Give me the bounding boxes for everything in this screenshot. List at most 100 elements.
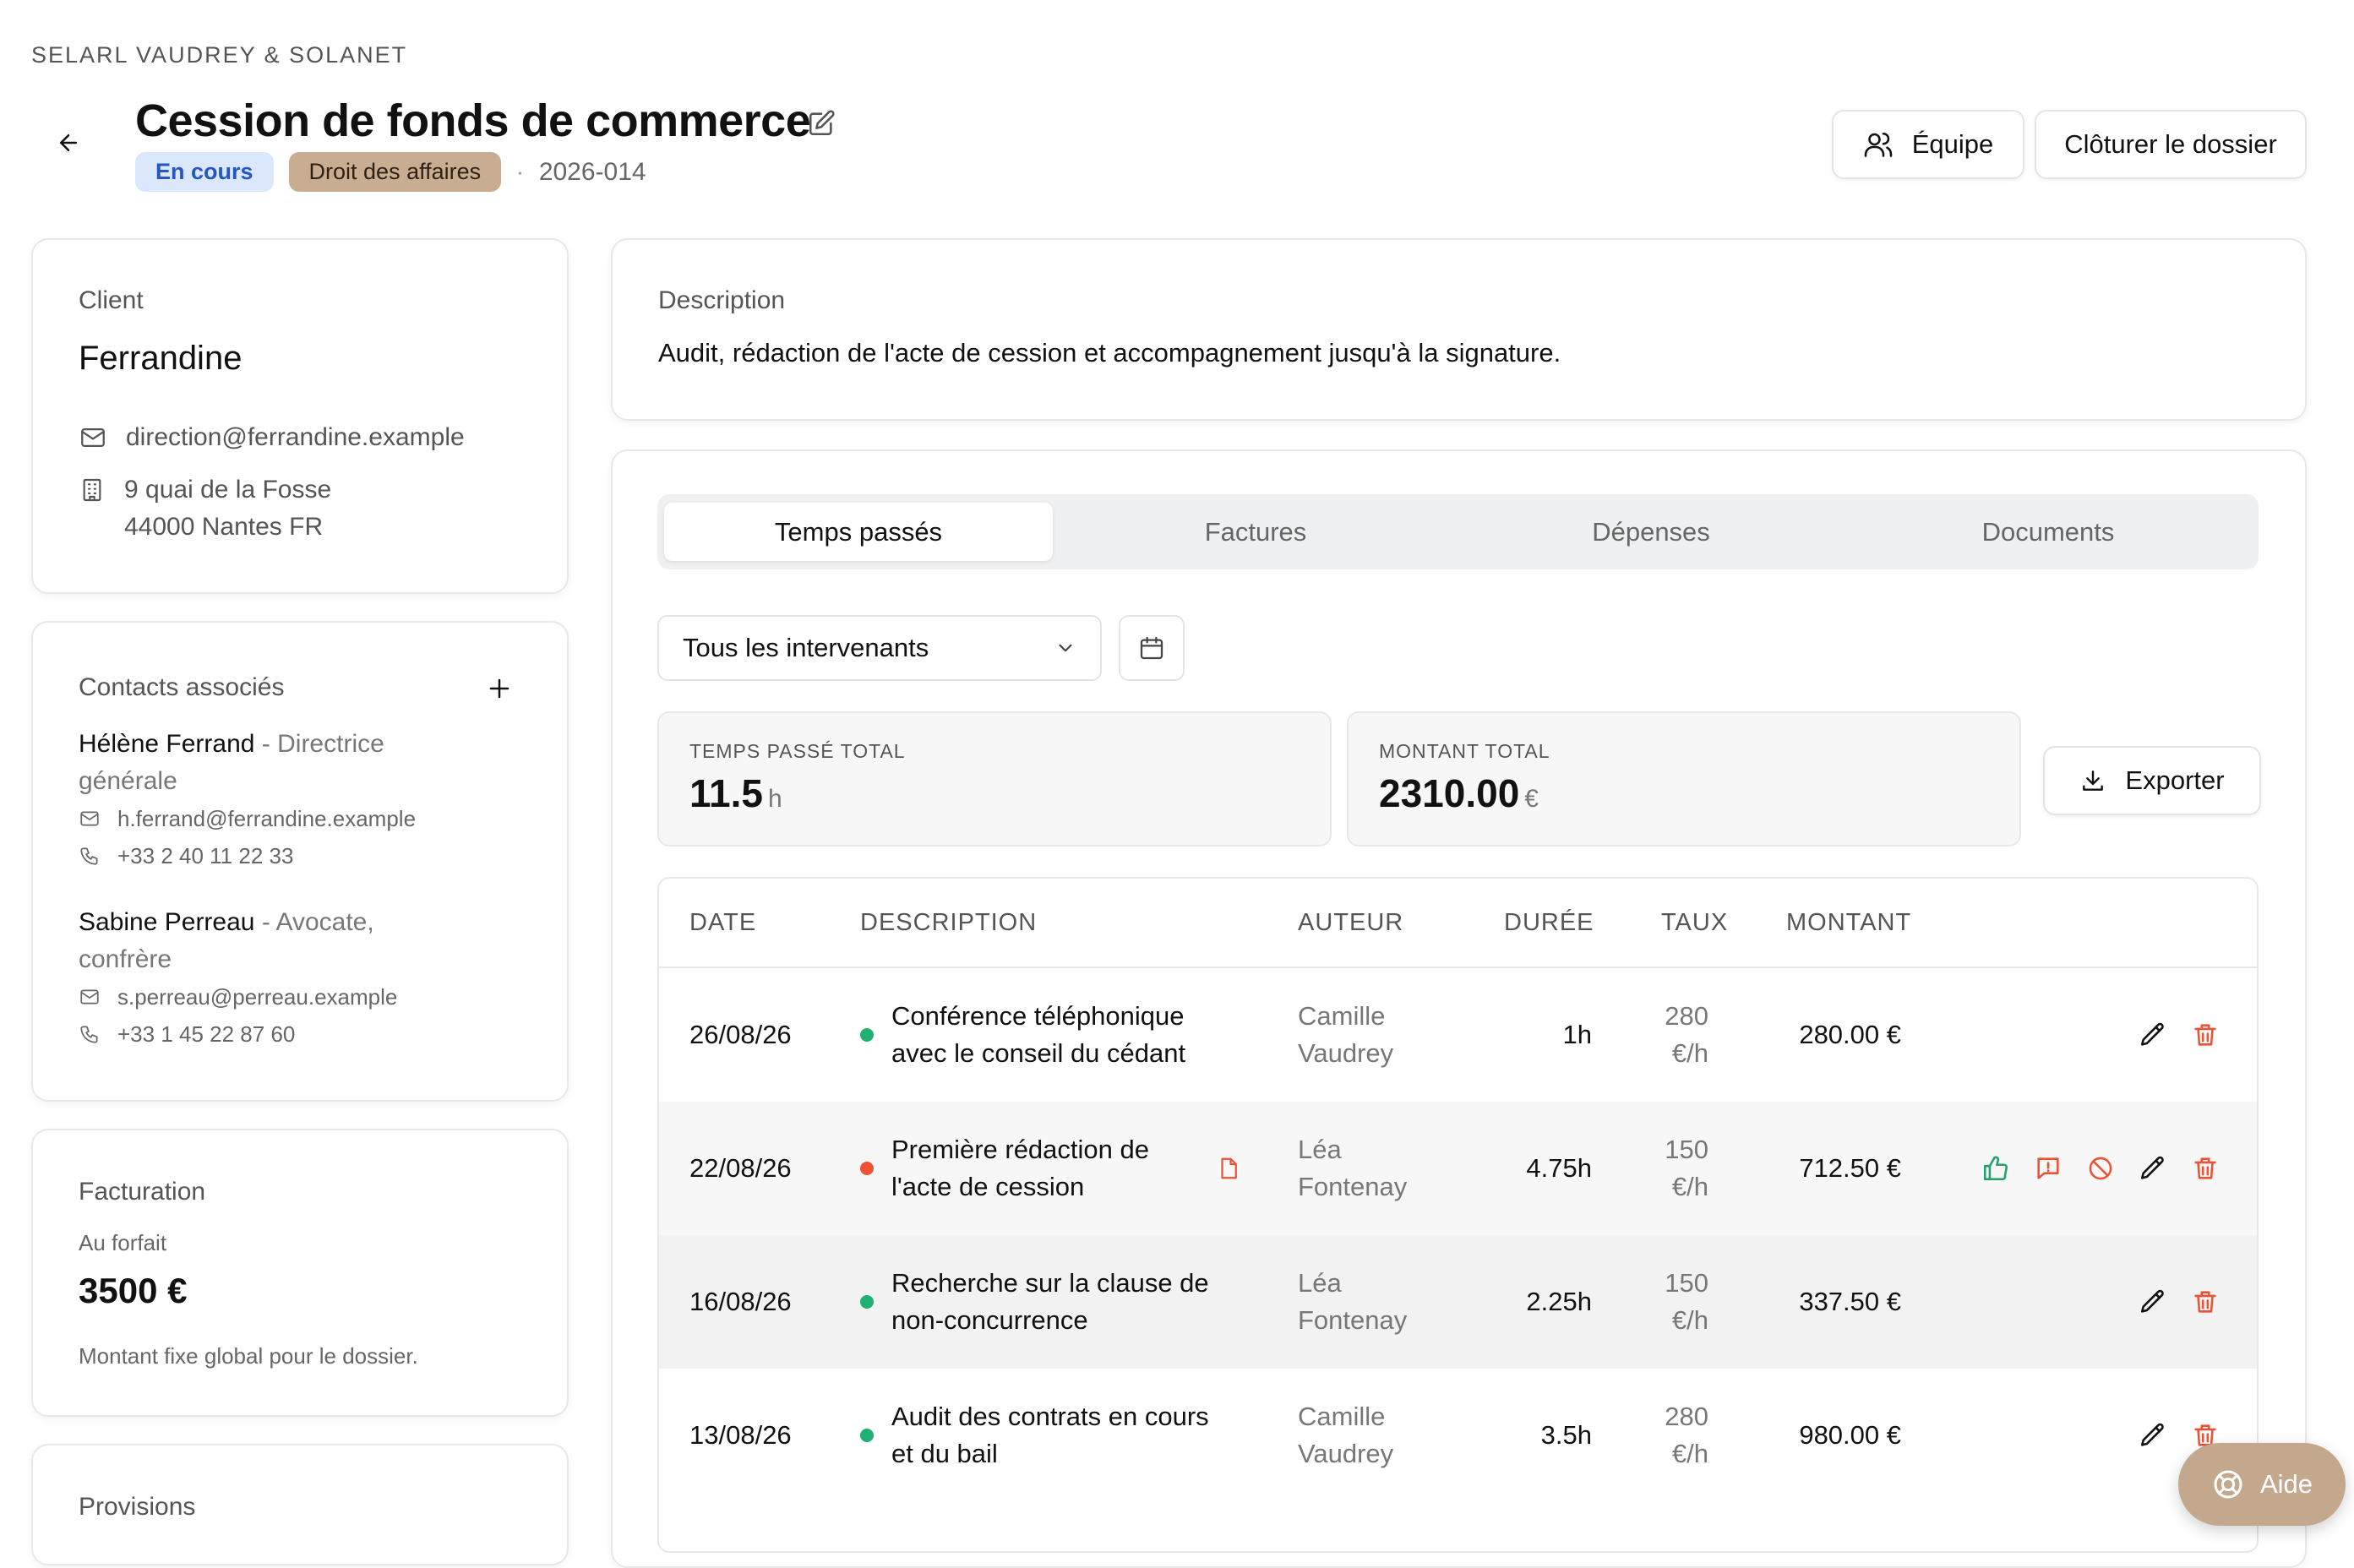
tab-documents[interactable]: Documents bbox=[1854, 503, 2242, 561]
comment-entry-button[interactable] bbox=[2030, 1150, 2067, 1187]
delete-entry-button[interactable] bbox=[2187, 1016, 2224, 1054]
entry-rate-value: 280 bbox=[1665, 1001, 1708, 1031]
close-matter-label: Clôturer le dossier bbox=[2064, 129, 2277, 159]
tab-time-entries[interactable]: Temps passés bbox=[664, 503, 1053, 561]
entry-rate: 280 €/h bbox=[1631, 1398, 1708, 1473]
intervenant-select-value: Tous les intervenants bbox=[683, 633, 929, 662]
export-button[interactable]: Exporter bbox=[2043, 746, 2261, 815]
arrow-left-icon bbox=[60, 134, 77, 151]
provisions-card: Provisions bbox=[31, 1444, 569, 1565]
contact-role-cont: générale bbox=[79, 767, 177, 795]
add-contact-button[interactable] bbox=[481, 670, 518, 707]
billing-amount: 3500 € bbox=[79, 1271, 188, 1310]
entry-author-line2: Fontenay bbox=[1298, 1305, 1408, 1335]
pencil-icon bbox=[2140, 1156, 2164, 1179]
entry-author: Camille Vaudrey bbox=[1298, 1398, 1393, 1473]
entry-author-line2: Vaudrey bbox=[1298, 1439, 1394, 1468]
entry-description: Audit des contrats en cours et du bail bbox=[891, 1398, 1209, 1473]
time-entries-table: DATE DESCRIPTION AUTEUR DURÉE TAUX MONTA… bbox=[657, 877, 2259, 1553]
contact-name: Hélène Ferrand bbox=[79, 730, 255, 758]
table-row[interactable]: 16/08/26 Recherche sur la clause de non-c… bbox=[659, 1235, 2257, 1369]
edit-entry-button[interactable] bbox=[2134, 1150, 2171, 1187]
entry-rate-unit: €/h bbox=[1671, 1439, 1708, 1468]
pencil-icon bbox=[2140, 1423, 2164, 1446]
total-time-value-line: 11.5 h bbox=[689, 770, 782, 816]
column-header-date[interactable]: DATE bbox=[689, 909, 756, 937]
entry-description-line1: Recherche sur la clause de bbox=[891, 1268, 1209, 1298]
reject-entry-button[interactable] bbox=[2082, 1150, 2119, 1187]
client-address-line1: 9 quai de la Fosse bbox=[124, 476, 332, 504]
client-email[interactable]: direction@ferrandine.example bbox=[126, 419, 465, 456]
billing-card: Facturation Au forfait 3500 € Montant fi… bbox=[31, 1129, 569, 1417]
calendar-icon bbox=[1140, 636, 1163, 660]
entry-rate-unit: €/h bbox=[1671, 1305, 1708, 1335]
table-row[interactable]: 22/08/26 Première rédaction de l'acte de … bbox=[659, 1102, 2257, 1235]
status-badge: En cours bbox=[135, 152, 274, 192]
edit-entry-button[interactable] bbox=[2134, 1417, 2171, 1454]
column-header-amount[interactable]: MONTANT bbox=[1786, 909, 1911, 937]
table-row[interactable]: 26/08/26 Conférence téléphonique avec le … bbox=[659, 968, 2257, 1102]
entry-amount: 712.50 € bbox=[1799, 1153, 1901, 1183]
entry-author-line1: Léa bbox=[1298, 1135, 1342, 1164]
mail-icon bbox=[80, 811, 99, 826]
client-address-line: 9 quai de la Fosse 44000 Nantes FR bbox=[79, 471, 331, 546]
contacts-card: Contacts associés Hélène Ferrand - Direc… bbox=[31, 621, 569, 1102]
entry-date: 13/08/26 bbox=[689, 1420, 792, 1450]
team-button[interactable]: Équipe bbox=[1832, 110, 2024, 179]
column-header-description[interactable]: DESCRIPTION bbox=[860, 909, 1037, 937]
total-amount-unit: € bbox=[1524, 785, 1539, 813]
chevron-down-icon bbox=[1059, 644, 1072, 652]
trash-icon bbox=[2194, 1157, 2216, 1179]
billing-label: Facturation bbox=[79, 1178, 206, 1206]
trash-icon bbox=[2194, 1024, 2216, 1046]
entry-author-line2: Vaudrey bbox=[1298, 1038, 1394, 1068]
contact-item: Sabine Perreau - Avocate, confrère s.per… bbox=[79, 904, 535, 1053]
matter-meta: En cours Droit des affaires · 2026-014 bbox=[135, 152, 646, 192]
date-filter-button[interactable] bbox=[1119, 615, 1185, 681]
table-row[interactable]: 13/08/26 Audit des contrats en cours et d… bbox=[659, 1369, 2257, 1502]
attached-document-button[interactable] bbox=[1210, 1150, 1247, 1187]
column-header-rate[interactable]: TAUX bbox=[1661, 909, 1728, 937]
entry-amount: 280.00 € bbox=[1799, 1020, 1901, 1049]
tab-invoices[interactable]: Factures bbox=[1061, 503, 1450, 561]
delete-entry-button[interactable] bbox=[2187, 1150, 2224, 1187]
entry-amount: 980.00 € bbox=[1799, 1420, 1901, 1450]
ban-icon bbox=[2089, 1157, 2112, 1180]
edit-entry-button[interactable] bbox=[2134, 1016, 2171, 1054]
intervenant-select[interactable]: Tous les intervenants bbox=[657, 615, 1102, 681]
mail-icon bbox=[80, 989, 99, 1004]
provisions-label: Provisions bbox=[79, 1493, 196, 1521]
contact-email-line: s.perreau@perreau.example bbox=[79, 978, 535, 1015]
edit-entry-button[interactable] bbox=[2134, 1283, 2171, 1320]
tab-expenses[interactable]: Dépenses bbox=[1457, 503, 1845, 561]
entry-rate: 150 €/h bbox=[1631, 1265, 1708, 1339]
tab-bar: Temps passés Factures Dépenses Documents bbox=[657, 494, 2259, 569]
document-icon bbox=[1221, 1157, 1237, 1179]
approve-entry-button[interactable] bbox=[1977, 1150, 2014, 1187]
entry-author-line1: Camille bbox=[1298, 1402, 1386, 1431]
total-time-label: TEMPS PASSÉ TOTAL bbox=[689, 740, 906, 762]
help-button[interactable]: Aide bbox=[2178, 1443, 2346, 1526]
entry-duration: 1h bbox=[1562, 1020, 1592, 1049]
entry-description-line1: Conférence téléphonique bbox=[891, 1001, 1185, 1031]
entry-description-line1: Première rédaction de bbox=[891, 1135, 1149, 1164]
pencil-icon bbox=[2140, 1022, 2164, 1046]
contact-phone[interactable]: +33 2 40 11 22 33 bbox=[117, 837, 293, 874]
contact-email[interactable]: h.ferrand@ferrandine.example bbox=[117, 800, 416, 837]
contact-email[interactable]: s.perreau@perreau.example bbox=[117, 978, 397, 1015]
thumbs-up-icon bbox=[1983, 1156, 2008, 1181]
description-card: Description Audit, rédaction de l'acte d… bbox=[611, 238, 2307, 421]
column-header-author[interactable]: AUTEUR bbox=[1298, 909, 1403, 937]
help-button-label: Aide bbox=[2259, 1469, 2313, 1499]
entry-author: Léa Fontenay bbox=[1298, 1265, 1407, 1339]
contact-role-cont: confrère bbox=[79, 945, 172, 973]
close-matter-button[interactable]: Clôturer le dossier bbox=[2035, 110, 2307, 179]
column-header-duration[interactable]: DURÉE bbox=[1504, 909, 1594, 937]
back-button[interactable] bbox=[51, 125, 86, 161]
edit-title-button[interactable] bbox=[803, 105, 840, 142]
contact-phone[interactable]: +33 1 45 22 87 60 bbox=[117, 1015, 295, 1053]
delete-entry-button[interactable] bbox=[2187, 1283, 2224, 1320]
entry-description: Conférence téléphonique avec le conseil d… bbox=[891, 998, 1185, 1072]
client-address: 9 quai de la Fosse 44000 Nantes FR bbox=[124, 471, 331, 546]
contact-role: - Directrice bbox=[254, 730, 384, 758]
